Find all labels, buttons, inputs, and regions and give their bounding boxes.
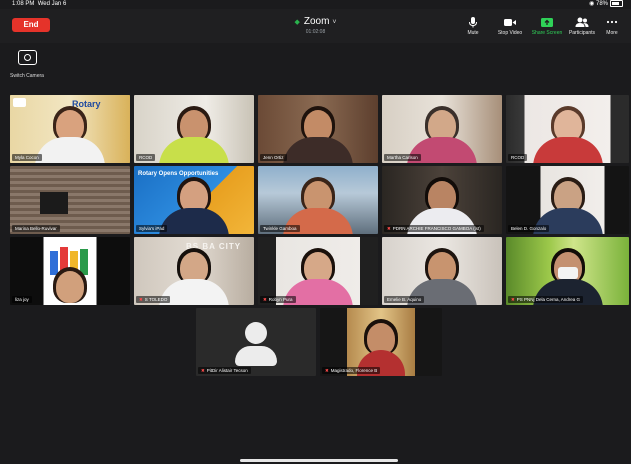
encryption-shield-icon: ◆ — [294, 19, 300, 26]
battery-percent: 78% — [595, 1, 608, 8]
muted-mic-icon: ✖ — [511, 297, 515, 302]
participant-name: ✖ PS PNNj Dela Cerna, Andrea G — [508, 296, 584, 303]
participant-tile[interactable]: Rotary Myla Cocon — [10, 95, 130, 163]
share-screen-label: Share Screen — [531, 30, 563, 36]
switch-camera-button[interactable]: Switch Camera — [10, 50, 44, 79]
home-indicator[interactable] — [240, 459, 398, 462]
muted-mic-icon: ✖ — [325, 368, 329, 373]
participant-tile[interactable]: Emelie B. Aquino — [382, 237, 502, 305]
muted-mic-icon: ✖ — [263, 297, 267, 302]
muted-mic-icon: ✖ — [387, 226, 391, 231]
participant-name: ✖ PitDir Alistair Tecson — [198, 367, 251, 374]
participant-name: Myla Cocon — [12, 154, 42, 161]
participant-name: Martha Carlson — [384, 154, 421, 161]
participants-button[interactable]: Participants — [566, 16, 598, 36]
participant-name: ✖ Robyn Pura — [260, 296, 296, 303]
chat-icon[interactable] — [13, 98, 26, 107]
participant-name: Emelie B. Aquino — [384, 296, 425, 303]
participant-tile[interactable]: Jenn Ortiz — [258, 95, 378, 163]
participant-tile[interactable]: ✖ PDRN ARCHIE FRANCISCO GAMBOA (lst) — [382, 166, 502, 234]
status-right: ◉ 78% — [589, 0, 623, 9]
participant-tile[interactable]: Rotary Opens Opportunities Sylvia's iPad — [134, 166, 254, 234]
mute-label: Mute — [467, 30, 479, 36]
more-icon — [606, 20, 618, 24]
ios-status-bar: 1:08 PM Wed Jan 6 ◉ 78% — [0, 0, 631, 9]
face-mask — [558, 267, 578, 279]
participant-name: ✖ Magistrado, Florence B — [322, 367, 381, 374]
stop-video-button[interactable]: Stop Video — [495, 16, 525, 36]
participant-tile[interactable]: Twinkle Gamboa — [258, 166, 378, 234]
wifi-icon: ◉ — [589, 1, 595, 8]
more-button[interactable]: More — [602, 16, 622, 36]
meeting-title-text: Zoom — [303, 16, 330, 27]
participants-icon — [575, 17, 589, 27]
status-date: Wed Jan 6 — [37, 1, 67, 7]
meeting-toolbar: End ◆ Zoom ˅ 01:02:08 Mute Stop Video Shar… — [0, 9, 631, 43]
participant-name: RCOD — [508, 154, 528, 161]
participant-name: Jenn Ortiz — [260, 154, 287, 161]
participant-name: ✖ S TOLEDO — [136, 296, 171, 303]
participant-tile[interactable]: Belen D. Gonzalo — [506, 166, 629, 234]
video-camera-icon — [504, 19, 516, 26]
chevron-down-icon: ˅ — [332, 19, 337, 26]
mute-button[interactable]: Mute — [462, 16, 484, 36]
stop-video-label: Stop Video — [497, 30, 523, 36]
participant-name: Sylvia's iPad — [136, 225, 168, 232]
participant-tile[interactable]: ✖ Magistrado, Florence B — [320, 308, 442, 376]
participant-tile[interactable]: Martha Carlson — [382, 95, 502, 163]
participant-tile[interactable]: liza joy — [10, 237, 130, 305]
more-label: More — [606, 30, 618, 36]
participant-tile[interactable]: RCOD — [134, 95, 254, 163]
share-screen-button[interactable]: Share Screen — [530, 16, 564, 36]
participant-tile[interactable]: ✖ PS PNNj Dela Cerna, Andrea G — [506, 237, 629, 305]
monitor-background — [40, 192, 68, 214]
participant-name: Marina Bello-Ruvivar — [12, 225, 60, 232]
status-time: 1:08 PM — [12, 1, 35, 7]
participant-name: Belen D. Gonzalo — [508, 225, 550, 232]
participant-tile[interactable]: BS BA CITY ✖ S TOLEDO — [134, 237, 254, 305]
participant-tile[interactable]: Marina Bello-Ruvivar — [10, 166, 130, 234]
muted-mic-icon: ✖ — [201, 368, 205, 373]
participant-tile[interactable]: RCOD — [506, 95, 629, 163]
participant-tile[interactable]: ✖ PitDir Alistair Tecson — [196, 308, 316, 376]
rotary-opens-text: Rotary Opens Opportunities — [138, 171, 219, 177]
participants-label: Participants — [568, 30, 596, 36]
switch-camera-icon — [17, 50, 37, 65]
participant-name: RCOD — [136, 154, 156, 161]
participant-name: liza joy — [12, 296, 32, 303]
participant-tile[interactable]: ✖ Robyn Pura — [258, 237, 378, 305]
share-screen-icon — [541, 18, 553, 27]
battery-icon — [610, 0, 623, 7]
participant-name: Twinkle Gamboa — [260, 225, 300, 232]
switch-camera-label: Switch Camera — [10, 73, 44, 79]
status-time-date: 1:08 PM Wed Jan 6 — [12, 0, 66, 9]
microphone-icon — [469, 17, 477, 28]
default-avatar-icon — [196, 308, 316, 376]
participant-name: ✖ PDRN ARCHIE FRANCISCO GAMBOA (lst) — [384, 225, 484, 232]
muted-mic-icon: ✖ — [139, 297, 143, 302]
